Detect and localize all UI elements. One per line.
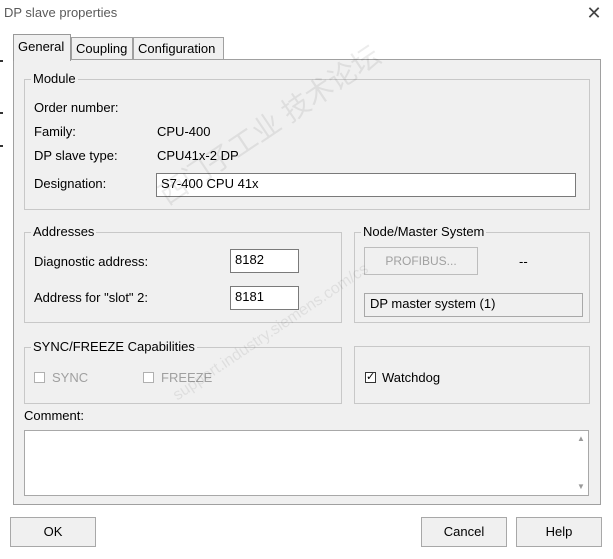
addresses-legend: Addresses [31, 224, 97, 239]
comment-textarea[interactable]: ▲ ▼ [24, 430, 589, 496]
scroll-up-icon[interactable]: ▲ [575, 433, 587, 445]
module-legend: Module [31, 71, 78, 86]
tab-coupling[interactable]: Coupling [71, 37, 133, 59]
node-master-legend: Node/Master System [361, 224, 487, 239]
diagnostic-address-input[interactable]: 8182 [230, 249, 299, 273]
sync-freeze-legend: SYNC/FREEZE Capabilities [31, 339, 197, 354]
watchdog-label: Watchdog [382, 370, 441, 385]
tab-label: Configuration [138, 41, 216, 56]
slot2-address-input[interactable]: 8181 [230, 286, 299, 310]
window-title: DP slave properties [4, 5, 118, 20]
tab-general[interactable]: General [13, 34, 71, 61]
master-system-field: DP master system (1) [364, 293, 583, 317]
tab-label: General [18, 39, 65, 54]
dp-slave-type-label: DP slave type: [34, 148, 118, 163]
diagnostic-address-label: Diagnostic address: [34, 254, 149, 269]
sync-label: SYNC [52, 370, 89, 385]
module-group: Module Order number: Family: CPU-400 DP … [24, 71, 590, 210]
dp-slave-type-value: CPU41x-2 DP [157, 148, 239, 163]
addresses-group: Addresses Diagnostic address: 8182 Addre… [24, 224, 342, 323]
order-number-label: Order number: [34, 100, 119, 115]
comment-label: Comment: [24, 408, 84, 423]
slot2-address-label: Address for "slot" 2: [34, 290, 148, 305]
freeze-label: FREEZE [161, 370, 213, 385]
scroll-down-icon[interactable]: ▼ [575, 481, 587, 493]
tab-configuration[interactable]: Configuration [133, 37, 224, 59]
profibus-button[interactable]: PROFIBUS... [364, 247, 478, 275]
help-button[interactable]: Help [516, 517, 602, 547]
family-value: CPU-400 [157, 124, 211, 139]
close-icon: ✕ [586, 3, 602, 23]
title-bar: DP slave properties ✕ [0, 0, 613, 27]
close-button[interactable]: ✕ [578, 2, 610, 24]
family-label: Family: [34, 124, 76, 139]
designation-label: Designation: [34, 176, 107, 191]
watchdog-group: Watchdog [354, 346, 590, 404]
node-address-value: -- [519, 254, 528, 269]
watchdog-checkbox[interactable] [365, 370, 376, 383]
tab-label: Coupling [76, 41, 128, 56]
sync-checkbox[interactable] [34, 372, 45, 383]
cancel-button[interactable]: Cancel [421, 517, 507, 547]
ok-button[interactable]: OK [10, 517, 96, 547]
designation-input[interactable]: S7-400 CPU 41x [156, 173, 576, 197]
left-edge-artifact [0, 27, 4, 167]
node-master-group: Node/Master System PROFIBUS... -- DP mas… [354, 224, 590, 323]
freeze-checkbox[interactable] [143, 372, 154, 383]
general-tab-panel: Module Order number: Family: CPU-400 DP … [13, 59, 601, 505]
sync-freeze-group: SYNC/FREEZE Capabilities SYNC FREEZE [24, 339, 342, 404]
